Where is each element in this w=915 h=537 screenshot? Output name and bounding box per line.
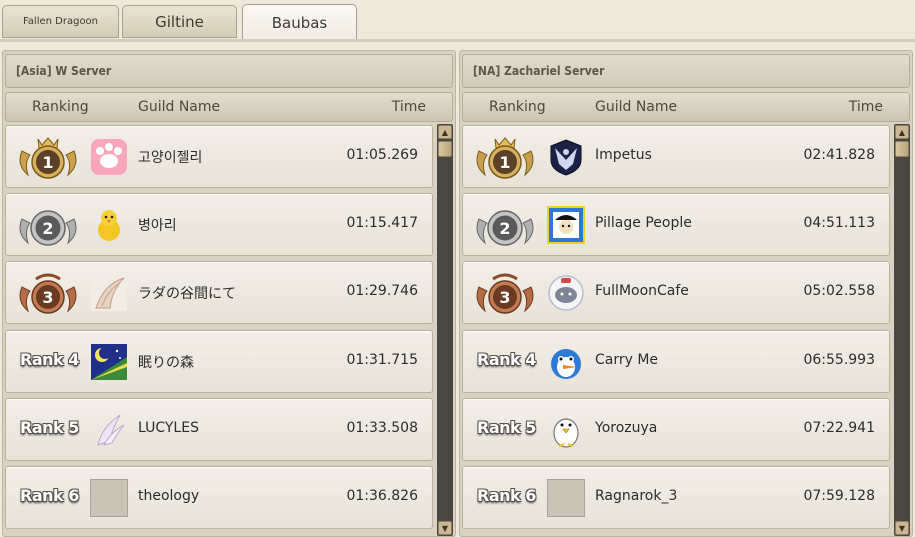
guild-name: Carry Me (595, 352, 659, 368)
clear-time: 01:36.826 (346, 488, 418, 504)
svg-text:2: 2 (499, 219, 510, 238)
guild-name: 고양이젤리 (138, 150, 203, 166)
penguin-white-emblem-icon (547, 411, 585, 449)
rank-label: Rank 6 (477, 486, 536, 505)
scroll-up-icon[interactable]: ▲ (895, 125, 909, 139)
guild-name: Yorozuya (595, 420, 658, 436)
scroll-thumb[interactable] (895, 141, 909, 157)
rank-label: Rank 5 (477, 418, 536, 437)
ranking-row[interactable]: Rank 5 LUCYLES 01:33.508 (5, 398, 433, 461)
penguin-blue-emblem-icon (547, 343, 585, 381)
ranking-row[interactable]: 3 FullMoonCafe 05:02.558 (462, 261, 890, 324)
time-column-label: Time (848, 99, 883, 115)
server-title: [Asia] W Server (5, 54, 453, 88)
guild-name: Pillage People (595, 215, 692, 231)
ranking-column-label: Ranking (32, 99, 89, 115)
tab-bar: Fallen Dragoon Giltine Baubas (0, 0, 915, 42)
clear-time: 07:59.128 (803, 488, 875, 504)
rank-label: Rank 5 (20, 418, 79, 437)
column-header: Ranking Guild Name Time (462, 92, 910, 122)
clear-time: 01:31.715 (346, 352, 418, 368)
pirate-emblem-icon (547, 206, 585, 244)
tab-giltine[interactable]: Giltine (122, 5, 237, 38)
ranking-row[interactable]: 2 병아리 01:15.417 (5, 193, 433, 256)
ranking-list: 1 Impetus 02:41.828 2 Pillage People 04:… (462, 124, 892, 536)
chick-emblem-icon (90, 206, 128, 244)
time-column-label: Time (391, 99, 426, 115)
scroll-thumb[interactable] (438, 141, 452, 157)
guild-name: FullMoonCafe (595, 283, 689, 299)
guild-column-label: Guild Name (595, 99, 678, 115)
ranking-row[interactable]: Rank 4 眠りの森 01:31.715 (5, 330, 433, 393)
tab-baubas[interactable]: Baubas (242, 4, 357, 40)
silver-medal-icon: 2 (476, 210, 534, 246)
tab-fallen-dragoon[interactable]: Fallen Dragoon (2, 5, 119, 38)
guild-column-label: Guild Name (138, 99, 221, 115)
ranking-row[interactable]: 1 Impetus 02:41.828 (462, 125, 890, 188)
asia-server-panel: [Asia] W Server Ranking Guild Name Time … (2, 50, 456, 537)
ranking-row[interactable]: Rank 6 theology 01:36.826 (5, 466, 433, 529)
server-title: [NA] Zachariel Server (462, 54, 910, 88)
svg-text:3: 3 (42, 288, 53, 307)
rank-label: Rank 4 (477, 350, 536, 369)
clear-time: 02:41.828 (803, 147, 875, 163)
rank-label: Rank 6 (20, 486, 79, 505)
yeti-emblem-icon (547, 274, 585, 312)
feather-emblem-icon (90, 411, 128, 449)
ranking-row[interactable]: 1 고양이젤리 01:05.269 (5, 125, 433, 188)
ranking-list: 1 고양이젤리 01:05.269 2 병아리 01:15.417 3 ラダの谷… (5, 124, 435, 536)
scroll-down-icon[interactable]: ▼ (895, 521, 909, 535)
rank-label: Rank 4 (20, 350, 79, 369)
guild-name: Ragnarok_3 (595, 488, 678, 504)
no-emblem-icon (547, 479, 585, 517)
clear-time: 01:15.417 (346, 215, 418, 231)
guild-name: 병아리 (138, 218, 177, 234)
clear-time: 01:29.746 (346, 283, 418, 299)
scroll-down-icon[interactable]: ▼ (438, 521, 452, 535)
paw-emblem-icon (90, 138, 128, 176)
svg-text:1: 1 (42, 153, 53, 172)
ranking-row[interactable]: Rank 4 Carry Me 06:55.993 (462, 330, 890, 393)
guild-name: 眠りの森 (138, 355, 194, 371)
column-header: Ranking Guild Name Time (5, 92, 453, 122)
scroll-up-icon[interactable]: ▲ (438, 125, 452, 139)
wing-emblem-icon (90, 274, 128, 312)
clear-time: 06:55.993 (803, 352, 875, 368)
scrollbar[interactable]: ▲ ▼ (437, 124, 453, 536)
guild-name: LUCYLES (138, 420, 199, 436)
moon-emblem-icon (90, 343, 128, 381)
svg-text:2: 2 (42, 219, 53, 238)
na-server-panel: [NA] Zachariel Server Ranking Guild Name… (459, 50, 913, 537)
guild-name: Impetus (595, 147, 652, 163)
ranking-row[interactable]: 2 Pillage People 04:51.113 (462, 193, 890, 256)
guild-name: theology (138, 488, 200, 504)
gold-medal-icon: 1 (19, 137, 77, 179)
scrollbar[interactable]: ▲ ▼ (894, 124, 910, 536)
gold-medal-icon: 1 (476, 137, 534, 179)
tab-divider (0, 39, 915, 42)
svg-text:1: 1 (499, 153, 510, 172)
clear-time: 01:33.508 (346, 420, 418, 436)
phoenix-emblem-icon (547, 138, 585, 176)
guild-name: ラダの谷間にて (138, 286, 236, 302)
clear-time: 07:22.941 (803, 420, 875, 436)
svg-text:3: 3 (499, 288, 510, 307)
silver-medal-icon: 2 (19, 210, 77, 246)
bronze-medal-icon: 3 (19, 273, 77, 314)
ranking-row[interactable]: Rank 5 Yorozuya 07:22.941 (462, 398, 890, 461)
clear-time: 01:05.269 (346, 147, 418, 163)
ranking-column-label: Ranking (489, 99, 546, 115)
clear-time: 04:51.113 (803, 215, 875, 231)
ranking-row[interactable]: Rank 6 Ragnarok_3 07:59.128 (462, 466, 890, 529)
no-emblem-icon (90, 479, 128, 517)
ranking-row[interactable]: 3 ラダの谷間にて 01:29.746 (5, 261, 433, 324)
clear-time: 05:02.558 (803, 283, 875, 299)
bronze-medal-icon: 3 (476, 273, 534, 314)
